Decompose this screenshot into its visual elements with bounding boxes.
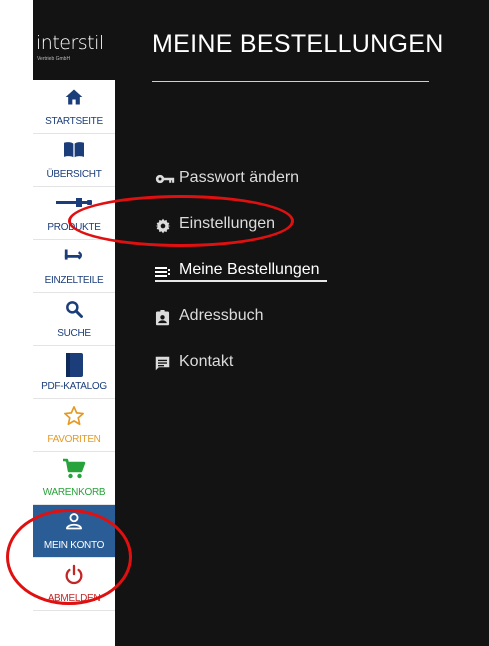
list-icon [155,267,170,277]
sidebar-item-favoriten[interactable]: FAVORITEN [33,399,115,452]
menu-item-label: Kontakt [179,353,234,370]
sidebar-item-label: FAVORITEN [47,434,101,445]
search-icon [66,301,83,318]
logo-subtitle: Vertrieb GmbH [37,56,71,62]
home-icon [65,89,83,105]
sidebar-item-label: WARENKORB [42,487,106,498]
part-icon [64,249,83,260]
active-underline [155,280,327,282]
page-title: MEINE BESTELLUNGEN [152,30,444,58]
header-divider [152,81,429,82]
menu-item-label: Meine Bestellungen [179,261,320,278]
message-icon [155,356,170,371]
sidebar-item-uebersicht[interactable]: ÜBERSICHT [33,134,115,187]
catalog-icon [66,353,83,377]
sidebar-item-pdf-katalog[interactable]: PDF-KATALOG [33,346,115,399]
sidebar-item-suche[interactable]: SUCHE [33,293,115,346]
sidebar-item-label: SUCHE [57,328,91,339]
star-icon [64,406,84,426]
cart-icon [63,458,86,479]
sidebar-item-startseite[interactable]: STARTSEITE [33,81,115,134]
brand-logo[interactable]: interstil Vertrieb GmbH [33,0,115,80]
logo-text: interstil [36,32,104,54]
contact-card-icon [155,310,170,326]
sidebar-item-label: EINZELTEILE [44,275,104,286]
sidebar-item-label: PDF-KATALOG [41,381,107,392]
menu-item-label: Adressbuch [179,307,264,324]
annotation-ring-mein-konto [6,509,132,605]
annotation-ring-einstellungen [68,195,294,247]
sidebar-item-label: ÜBERSICHT [46,169,102,180]
sidebar-item-label: STARTSEITE [45,116,103,127]
book-open-icon [64,142,84,158]
sidebar-item-warenkorb[interactable]: WARENKORB [33,452,115,505]
sidebar-item-einzelteile[interactable]: EINZELTEILE [33,240,115,293]
key-icon [155,174,175,184]
menu-item-label: Passwort ändern [179,169,300,186]
